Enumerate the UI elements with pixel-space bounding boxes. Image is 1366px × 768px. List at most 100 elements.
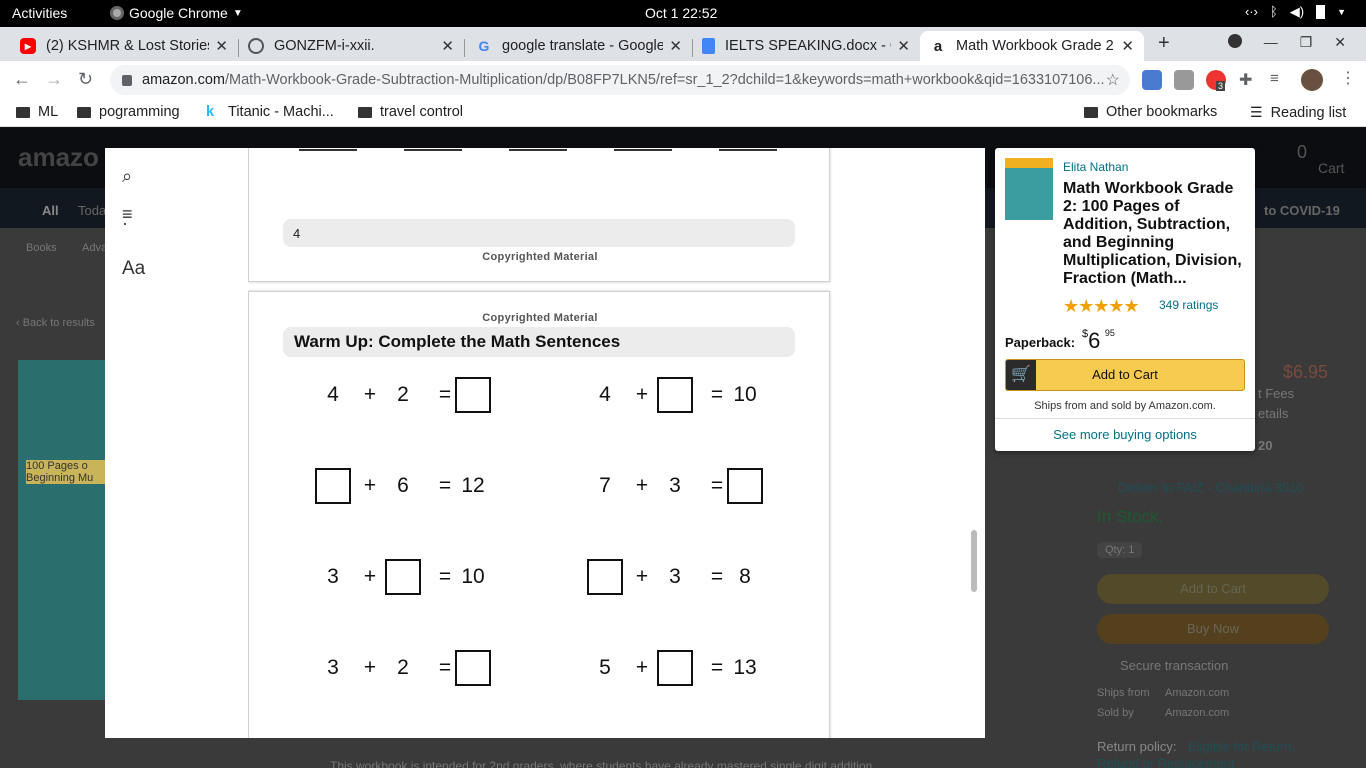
math-equation: 3 +2 = — [315, 650, 495, 686]
bookmark-star-icon[interactable]: ☆ — [1106, 70, 1120, 90]
app-menu[interactable]: Google Chrome ▼ — [110, 5, 243, 21]
activities-button[interactable]: Activities — [12, 5, 67, 21]
search-icon[interactable]: ⌕ — [122, 166, 132, 187]
bookmark-label: Reading list — [1270, 104, 1347, 121]
url-path: /Math-Workbook-Grade-Subtraction-Multipl… — [225, 72, 1105, 88]
media-icon[interactable]: ≡ — [1270, 70, 1279, 87]
number: 10 — [461, 565, 485, 588]
back-icon[interactable]: ← — [13, 69, 31, 90]
bookmark-titanic[interactable]: k Titanic - Machi... — [206, 104, 334, 120]
extension-icon[interactable] — [1174, 70, 1194, 90]
number: 3 — [327, 656, 339, 679]
puzzle-icon[interactable]: ✚ — [1239, 70, 1252, 90]
forward-icon[interactable]: → — [45, 69, 63, 90]
clock[interactable]: Oct 1 22:52 — [645, 5, 717, 21]
math-equation: 4 +2 = — [315, 377, 495, 413]
bg-add-to-cart[interactable]: Add to Cart — [1097, 574, 1329, 604]
restore-icon[interactable]: ❐ — [1300, 34, 1313, 51]
delivery-date: 20 — [1258, 438, 1273, 453]
tab-youtube[interactable]: ▶ (2) KSHMR & Lost Stories ✕ — [10, 31, 238, 61]
minimize-icon[interactable]: — — [1264, 34, 1278, 51]
page-viewport: amazo 0 Cart All Toda to COVID-19 Books … — [0, 128, 1366, 768]
product-title[interactable]: Math Workbook Grade 2: 100 Pages of Addi… — [1063, 180, 1248, 288]
answer-line — [509, 149, 567, 151]
product-popover: Elita Nathan Math Workbook Grade 2: 100 … — [995, 148, 1255, 451]
toc-icon[interactable]: ≡ · — [122, 205, 133, 232]
tab-amazon[interactable]: a Math Workbook Grade 2 ✕ — [920, 31, 1144, 61]
bg-buy-now[interactable]: Buy Now — [1097, 614, 1329, 644]
bookmark-label: Other bookmarks — [1106, 104, 1218, 120]
answer-box — [727, 468, 763, 504]
youtube-icon: ▶ — [20, 38, 36, 54]
close-icon[interactable]: ✕ — [441, 37, 454, 55]
ships-from-note: Ships from and sold by Amazon.com. — [1034, 400, 1216, 412]
tab-google-translate[interactable]: G google translate - Google ✕ — [466, 31, 692, 61]
price: $6 95 — [1082, 328, 1115, 354]
close-icon[interactable]: ✕ — [215, 37, 228, 55]
avatar[interactable] — [1301, 69, 1323, 91]
deliver-to: Deliver to FAIZ - Chandina 3510 — [1118, 480, 1304, 495]
qty-select[interactable]: Qty: 1 — [1097, 542, 1143, 558]
close-icon[interactable]: ✕ — [669, 37, 682, 55]
bookmark-other[interactable]: Other bookmarks — [1084, 104, 1217, 120]
docs-icon — [702, 38, 715, 54]
in-stock: In Stock. — [1097, 507, 1164, 526]
lock-icon[interactable] — [122, 74, 132, 86]
equals-sign: = — [710, 565, 724, 588]
extension-badge: 3 — [1216, 81, 1226, 91]
bookmark-travel-control[interactable]: travel control — [358, 104, 463, 120]
reload-icon[interactable]: ↻ — [78, 69, 93, 90]
add-to-cart-label: Add to Cart — [1092, 367, 1158, 382]
ships-from-label: Ships from — [1097, 687, 1150, 699]
ratings-link[interactable]: 349 ratings — [1159, 298, 1218, 312]
author-link[interactable]: Elita Nathan — [1063, 160, 1128, 174]
page-number: 4 — [283, 219, 795, 247]
book-page: 4 Copyrighted Material — [248, 148, 830, 282]
answer-box — [385, 559, 421, 595]
tab-search-icon[interactable] — [1227, 34, 1242, 48]
see-more-buying-options-link[interactable]: See more buying options — [995, 427, 1255, 442]
bookmark-label: Titanic - Machi... — [228, 104, 334, 120]
bookmark-pogramming[interactable]: pogramming — [77, 104, 180, 120]
chevron-down-icon: ▼ — [1337, 7, 1346, 17]
answer-box — [315, 468, 351, 504]
amazon-icon: a — [933, 37, 943, 55]
math-equation: 5 + = 13 — [587, 650, 767, 686]
close-icon[interactable]: ✕ — [1121, 37, 1134, 55]
sold-by-label: Sold by — [1097, 707, 1134, 719]
answer-box — [657, 377, 693, 413]
format-label: Paperback: — [1005, 335, 1076, 350]
browser-toolbar: ← → ↻ amazon.com/Math-Workbook-Grade-Sub… — [0, 61, 1366, 99]
omnibox[interactable]: amazon.com/Math-Workbook-Grade-Subtracti… — [110, 65, 1130, 95]
equals-sign: = — [438, 383, 452, 406]
return-link[interactable]: Eligible for Return, — [1188, 739, 1295, 754]
font-settings-button[interactable]: Aa — [122, 258, 145, 280]
new-tab-icon[interactable]: + — [1158, 32, 1170, 55]
reading-list[interactable]: ☰ Reading list — [1250, 104, 1346, 121]
refund-link[interactable]: Refund or Replacement — [1097, 756, 1234, 768]
book-page: Copyrighted Material Warm Up: Complete t… — [248, 291, 830, 738]
bookmark-ml[interactable]: ML — [16, 104, 58, 120]
math-equation: +3 = 8 — [587, 559, 767, 595]
tab-title: Math Workbook Grade 2 — [956, 38, 1114, 54]
translate-extension-icon[interactable] — [1142, 70, 1162, 90]
price-fraction: 95 — [1104, 328, 1115, 338]
equals-sign: = — [438, 474, 452, 497]
product-thumbnail[interactable] — [1005, 158, 1053, 220]
fees: t Fees — [1258, 386, 1295, 401]
system-tray[interactable]: ‹·› ᛒ ◀) ▼ — [1245, 4, 1346, 20]
close-icon[interactable]: ✕ — [897, 37, 910, 55]
reader-scrollbar[interactable] — [971, 530, 977, 592]
return-policy: Return policy: — [1097, 739, 1177, 754]
number: 12 — [461, 474, 485, 497]
divider — [995, 418, 1255, 419]
tab-ielts[interactable]: IELTS SPEAKING.docx - G ✕ — [692, 31, 920, 61]
back-to-results: ‹ Back to results — [16, 317, 95, 329]
secure-transaction: Secure transaction — [1120, 658, 1229, 673]
more-icon[interactable]: ⋮ — [1340, 68, 1356, 88]
tab-gonzfm[interactable]: GONZFM-i-xxii. ✕ — [238, 31, 464, 61]
close-icon[interactable]: ✕ — [1334, 34, 1346, 51]
number: 4 — [327, 383, 339, 406]
reader-pages[interactable]: 4 Copyrighted Material Copyrighted Mater… — [248, 148, 848, 738]
add-to-cart-button[interactable]: 🛒 Add to Cart — [1005, 359, 1245, 391]
